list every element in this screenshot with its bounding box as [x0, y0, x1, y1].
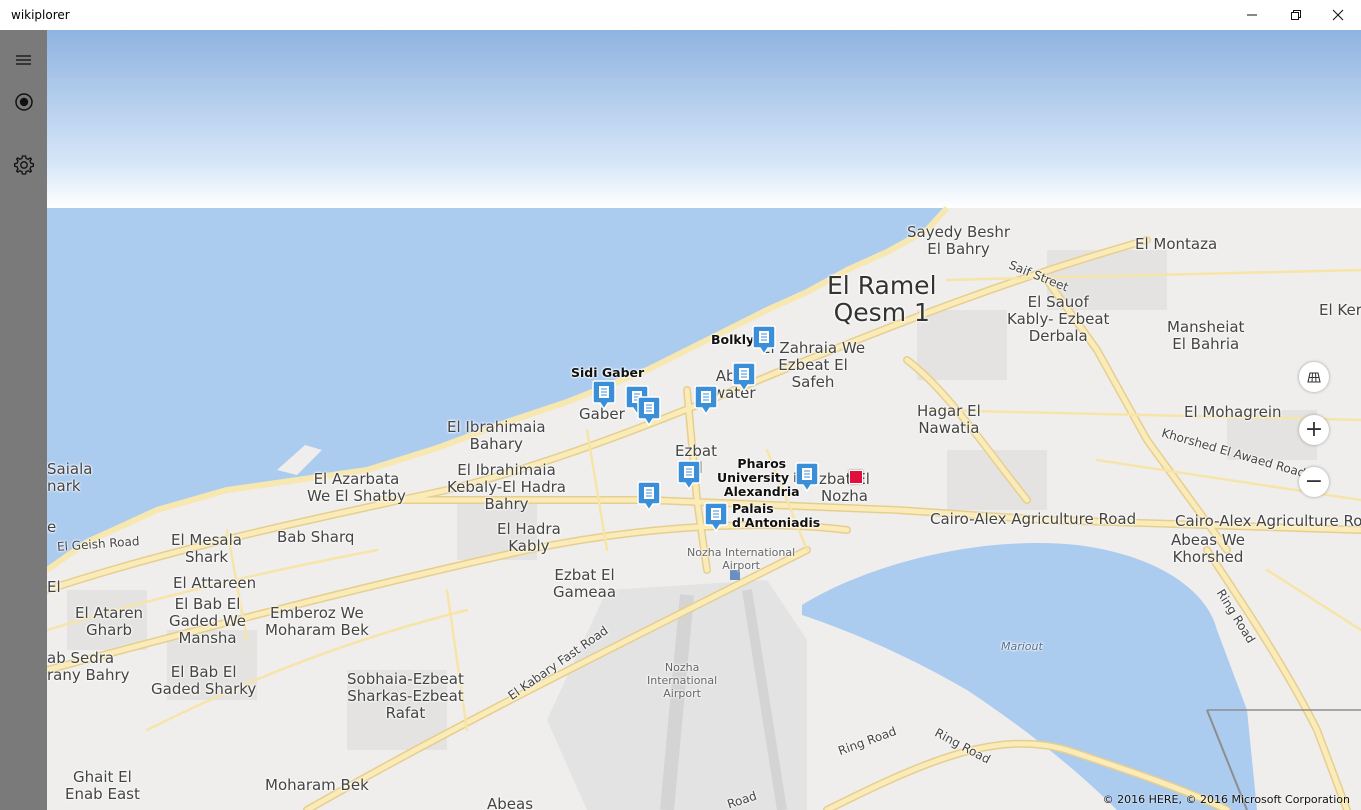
wiki-article-pin-icon[interactable]	[795, 462, 819, 493]
minimize-icon	[1247, 14, 1257, 16]
label-emberoz: Emberoz We Moharam Bek	[265, 604, 369, 639]
label-el-hadra-kably: El Hadra Kably	[497, 520, 561, 555]
wiki-article-pin-icon[interactable]	[752, 325, 776, 356]
map-view[interactable]: El Ramel Qesm 1 Sayedy Beshr El Bahry El M…	[47, 30, 1361, 810]
label-cairo-alex-road-2: Cairo-Alex Agriculture Road	[1175, 512, 1361, 530]
label-abeas-we-khorshed: Abeas We Khorshed	[1171, 531, 1245, 566]
label-el-sauof: El Sauof Kably- Ezbeat Derbala	[1007, 293, 1110, 345]
label-e: e	[47, 518, 57, 536]
label-el-ataren-gharb: El Ataren Gharb	[75, 604, 144, 639]
wiki-article-pin-icon[interactable]	[694, 385, 718, 416]
poi-label-palais[interactable]: Palais d'Antoniadis	[732, 502, 820, 530]
label-saiala: Saiala nark	[47, 460, 93, 495]
label-el-bab-el-gaded: El Bab El Gaded We Mansha	[169, 595, 247, 647]
minimize-button[interactable]	[1229, 0, 1275, 30]
label-abeas: Abeas	[487, 795, 534, 810]
restore-icon	[1291, 10, 1301, 20]
settings-button[interactable]	[0, 145, 47, 185]
label-nozha-airport-small: Nozha International Airport	[687, 546, 796, 572]
zoom-in-button[interactable]: +	[1299, 415, 1329, 445]
label-el-zahraia: El Zahraia We Ezbeat El Safeh	[761, 339, 866, 391]
label-ghait-el-enab: Ghait El Enab East	[65, 768, 140, 803]
label-el-mohagrein: El Mohagrein	[1184, 403, 1282, 421]
title-bar: wikiplorer	[0, 0, 1361, 30]
hamburger-menu-icon	[15, 55, 31, 65]
label-el-attareen: El Attareen	[173, 574, 257, 592]
label-el-ibrahimaia-kebaly: El Ibrahimaia Kebaly-El Hadra Bahry	[447, 461, 566, 513]
map-style-icon	[1307, 372, 1321, 383]
label-moharam-bek: Moharam Bek	[265, 776, 369, 794]
label-cairo-alex-road-1: Cairo-Alex Agriculture Road	[930, 510, 1137, 528]
sky-horizon	[47, 30, 1361, 208]
label-bab-sharq: Bab Sharq	[277, 528, 355, 546]
wiki-article-pin-icon[interactable]	[637, 396, 661, 427]
label-el-bab-el-gaded-sharky: El Bab El Gaded Sharky	[151, 663, 257, 698]
label-el-ker: El Ker	[1319, 301, 1361, 319]
close-button[interactable]	[1315, 0, 1361, 30]
sidebar	[0, 30, 47, 810]
wiki-article-pin-icon[interactable]	[732, 362, 756, 393]
copyright-text: © 2016 HERE, © 2016 Microsoft Corporatio…	[1102, 793, 1350, 806]
label-ezbat-el-gameaa: Ezbat El Gameaa	[553, 566, 617, 601]
poi-label-pharos[interactable]: Pharos University in Alexandria	[717, 457, 807, 499]
wiki-article-pin-icon[interactable]	[677, 460, 701, 491]
gear-icon	[13, 155, 34, 175]
label-mariout: Mariout	[1001, 640, 1043, 653]
wiki-article-pin-icon[interactable]	[704, 502, 728, 533]
label-el-ibrahimaia-bahary: El Ibrahimaia Bahary	[447, 418, 546, 453]
wiki-article-pin-icon[interactable]	[637, 481, 661, 512]
poi-label-sidi-gaber[interactable]: Sidi Gaber	[571, 366, 644, 380]
label-bab-sedra: ab Sedra rany Bahry	[47, 649, 130, 684]
poi-label-bolkly[interactable]: Bolkly	[711, 333, 754, 347]
current-location-marker-icon	[849, 470, 863, 484]
label-sayedy-beshr: Sayedy Beshr El Bahry	[907, 223, 1010, 258]
wiki-article-pin-icon[interactable]	[592, 380, 616, 411]
label-nozha-airport: Nozha International Airport	[647, 661, 718, 700]
window-title: wikiplorer	[11, 8, 70, 22]
menu-button[interactable]	[0, 40, 47, 80]
label-mansheiat: Mansheiat El Bahria	[1167, 318, 1245, 353]
map-style-button[interactable]	[1299, 362, 1329, 392]
restore-button[interactable]	[1273, 0, 1319, 30]
label-sobhaia: Sobhaia-Ezbeat Sharkas-Ezbeat Rafat	[347, 670, 464, 722]
label-el-montaza: El Montaza	[1135, 235, 1218, 253]
close-icon	[1332, 9, 1344, 21]
label-hagar-el-nawatia: Hagar El Nawatia	[917, 402, 981, 437]
locate-me-button[interactable]	[0, 82, 47, 122]
label-el-ramel: El Ramel Qesm 1	[827, 271, 937, 327]
label-el-mesala: El Mesala Shark	[171, 531, 242, 566]
label-el: El	[47, 578, 61, 596]
location-target-icon	[14, 93, 33, 111]
label-el-azarbata: El Azarbata We El Shatby	[307, 470, 406, 505]
zoom-out-button[interactable]: −	[1299, 467, 1329, 497]
